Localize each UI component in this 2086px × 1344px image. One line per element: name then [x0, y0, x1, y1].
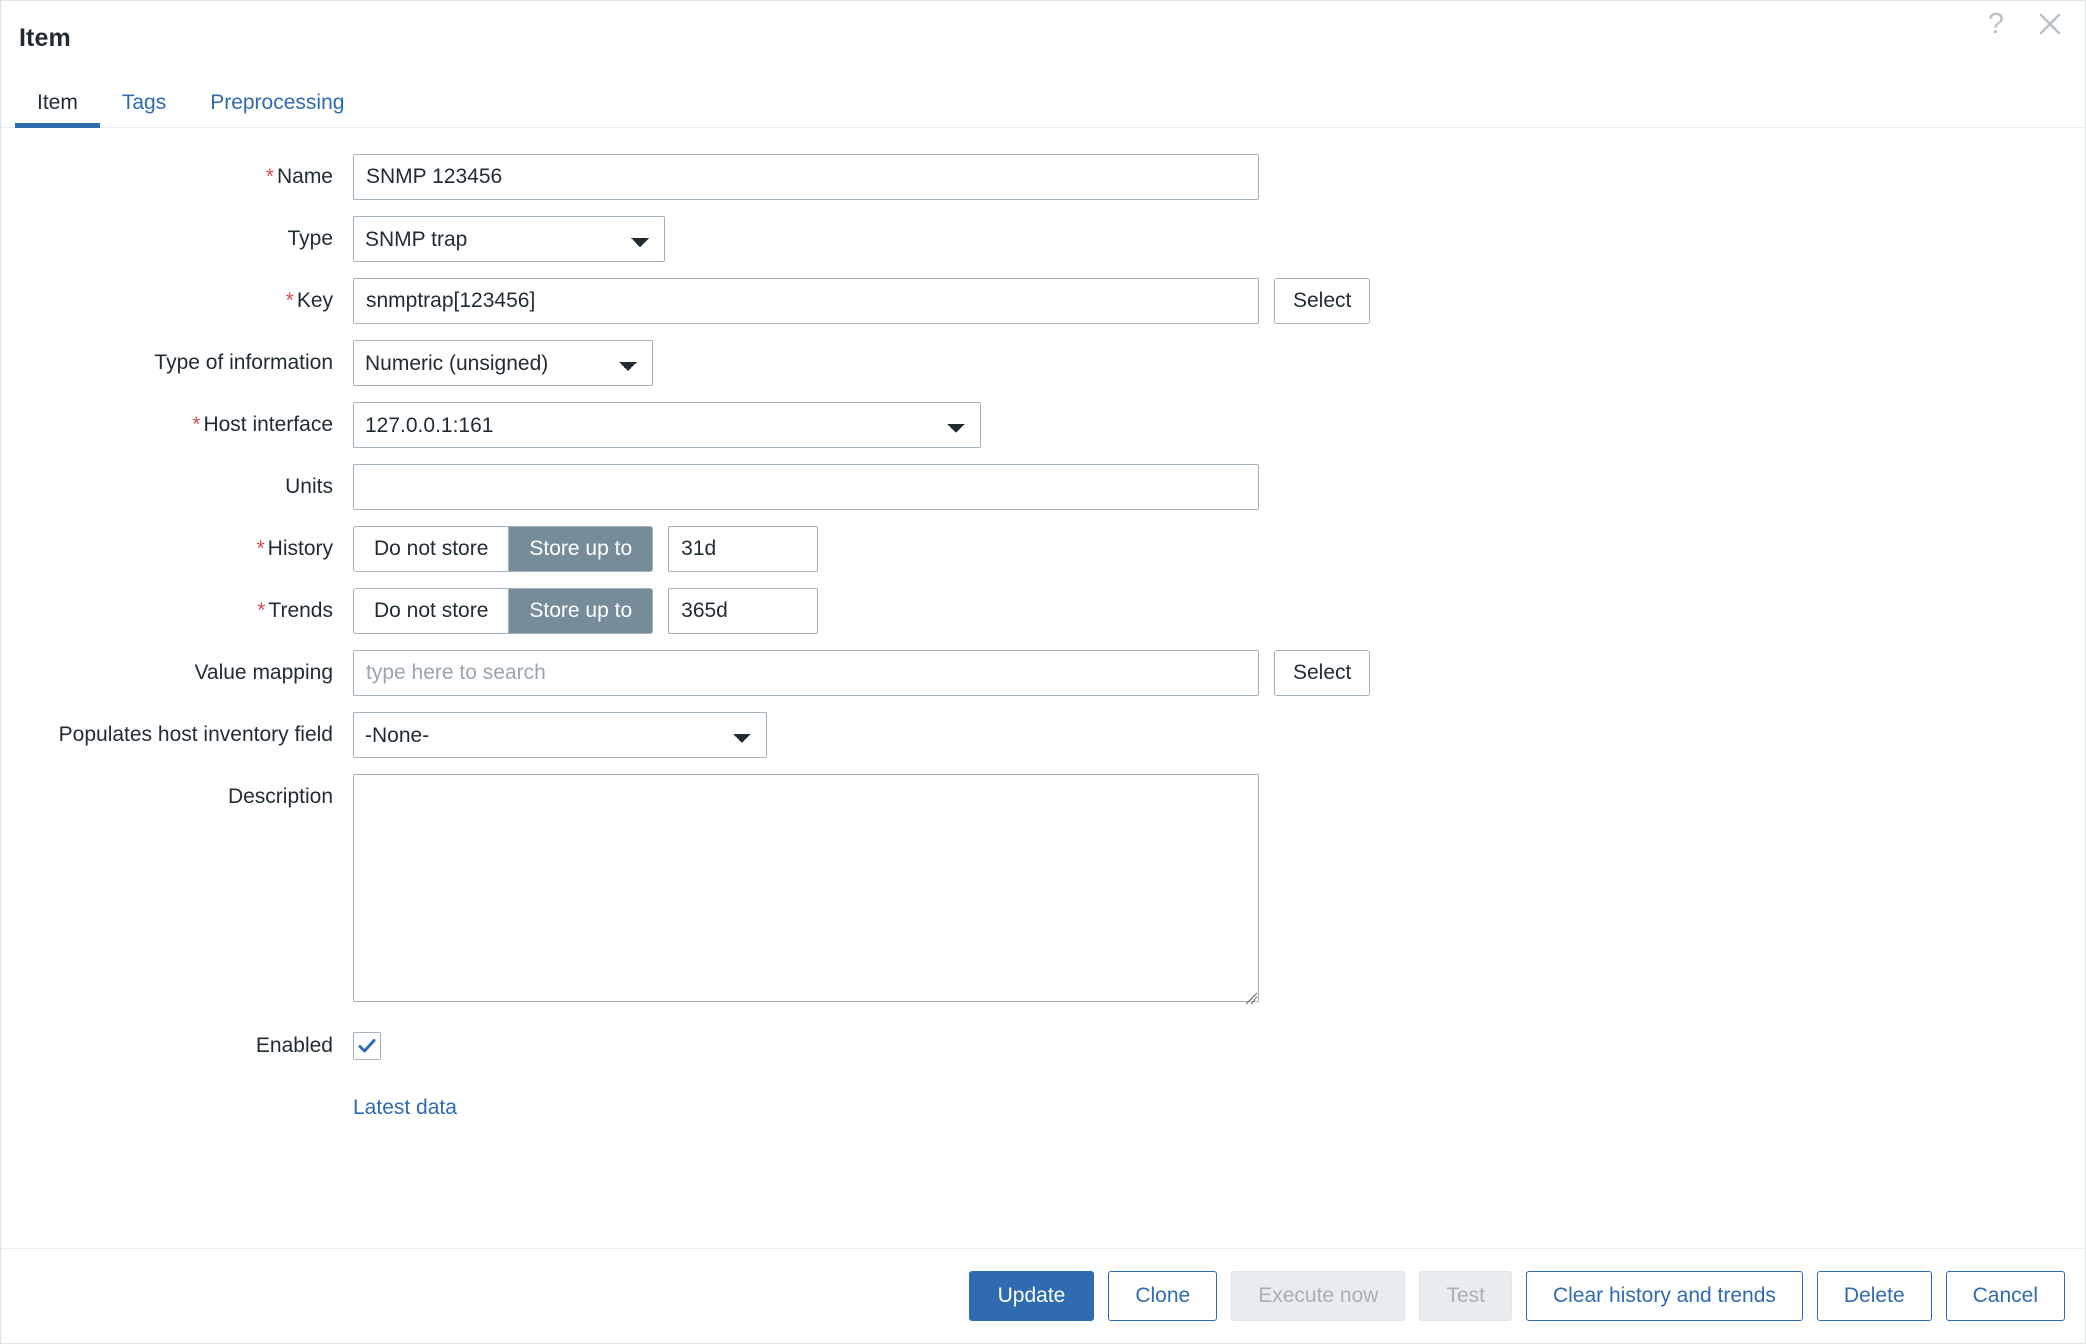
field-row-type: Type SNMP trap [1, 216, 2085, 262]
delete-button[interactable]: Delete [1816, 1271, 1932, 1321]
label-enabled: Enabled [255, 1034, 333, 1057]
required-marker: * [256, 537, 265, 560]
history-do-not-store-option[interactable]: Do not store [354, 527, 510, 571]
label-host-interface: * Host interface [192, 413, 333, 436]
label-host-inventory-field: Populates host inventory field [58, 723, 333, 746]
host-interface-select[interactable]: 127.0.0.1:161 [353, 402, 981, 448]
key-input[interactable] [353, 278, 1259, 324]
label-units: Units [285, 475, 333, 498]
field-row-key: *Key Select [1, 278, 2085, 324]
test-button: Test [1419, 1271, 1512, 1321]
label-type-of-information: Type of information [154, 351, 333, 374]
field-row-history: * History Do not store Store up to [1, 526, 2085, 572]
key-select-button[interactable]: Select [1274, 278, 1371, 324]
tab-item[interactable]: Item [15, 92, 100, 128]
field-row-host-interface: * Host interface 127.0.0.1:161 [1, 402, 2085, 448]
history-storage-toggle: Do not store Store up to [353, 526, 654, 572]
field-row-host-inventory-field: Populates host inventory field -None- [1, 712, 2085, 758]
field-row-value-mapping: Value mapping Select [1, 650, 2085, 696]
name-input[interactable] [353, 154, 1259, 200]
dialog-header-controls: ? [1979, 7, 2067, 41]
field-row-description: Description [1, 774, 2085, 1007]
history-period-input[interactable] [668, 526, 819, 572]
required-marker: * [192, 413, 201, 436]
label-trends: * Trends [257, 599, 333, 622]
tab-bar: Item Tags Preprocessing [1, 75, 2085, 128]
label-description: Description [227, 785, 333, 808]
tab-tags[interactable]: Tags [100, 92, 188, 127]
field-row-type-of-information: Type of information Numeric (unsigned) [1, 340, 2085, 386]
label-type: Type [287, 227, 333, 250]
field-row-trends: * Trends Do not store Store up to [1, 588, 2085, 634]
label-name: * Name [265, 165, 333, 188]
update-button[interactable]: Update [968, 1271, 1095, 1321]
type-of-information-select[interactable]: Numeric (unsigned) [353, 340, 653, 386]
trends-storage-toggle: Do not store Store up to [353, 588, 654, 634]
field-row-latest-data: Latest data [1, 1085, 2085, 1131]
required-marker: * [285, 289, 294, 312]
required-marker: * [265, 165, 274, 188]
field-row-name: * Name [1, 154, 2085, 200]
clear-history-and-trends-button[interactable]: Clear history and trends [1525, 1271, 1803, 1321]
cancel-button[interactable]: Cancel [1945, 1271, 2065, 1321]
item-form: *Name Type SNMP trap *Key Select [1, 128, 2085, 1248]
description-textarea[interactable] [353, 774, 1259, 1002]
value-mapping-input[interactable] [353, 650, 1259, 696]
enabled-checkbox[interactable] [353, 1032, 381, 1060]
label-key: * Key [285, 289, 333, 312]
dialog-header: Item ? [1, 1, 2085, 75]
units-input[interactable] [353, 464, 1259, 510]
question-mark-icon[interactable]: ? [1979, 7, 2013, 41]
trends-do-not-store-option[interactable]: Do not store [354, 589, 510, 633]
checkmark-icon [358, 1039, 376, 1053]
latest-data-link[interactable]: Latest data [353, 1085, 457, 1131]
close-icon[interactable] [2033, 7, 2067, 41]
item-dialog: Item ? Item Tags Preprocessing * Name SN… [0, 0, 2086, 1344]
label-value-mapping: Value mapping [194, 661, 333, 684]
tab-preprocessing[interactable]: Preprocessing [188, 92, 366, 127]
trends-period-input[interactable] [668, 588, 819, 634]
trends-store-up-to-option[interactable]: Store up to [509, 589, 653, 633]
host-inventory-field-select[interactable]: -None- [353, 712, 767, 758]
field-row-units: Units [1, 464, 2085, 510]
required-marker: * [257, 599, 266, 622]
label-history: * History [256, 537, 333, 560]
dialog-title: Item [19, 23, 71, 52]
execute-now-button: Execute now [1231, 1271, 1406, 1321]
history-store-up-to-option[interactable]: Store up to [509, 527, 653, 571]
value-mapping-select-button[interactable]: Select [1274, 650, 1371, 696]
dialog-footer: Update Clone Execute now Test Clear hist… [1, 1248, 2085, 1343]
clone-button[interactable]: Clone [1108, 1271, 1218, 1321]
field-row-enabled: Enabled [1, 1023, 2085, 1069]
type-select[interactable]: SNMP trap [353, 216, 665, 262]
